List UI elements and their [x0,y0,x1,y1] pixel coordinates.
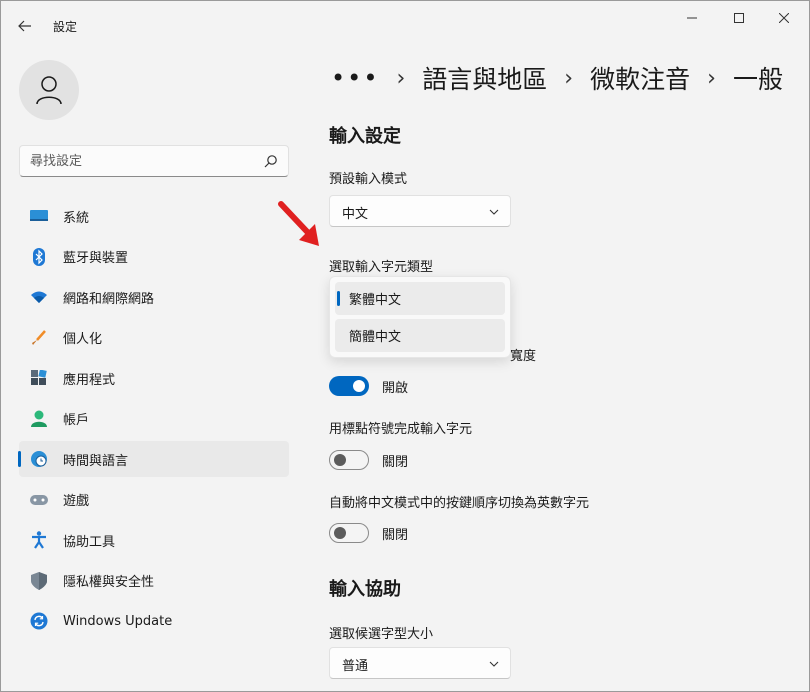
minimize-icon [687,17,697,19]
sidebar-item-apps[interactable]: 應用程式 [19,360,289,396]
settings-window: 設定 系統 [0,0,810,692]
char-type-label: 選取輸入字元類型 [329,260,434,275]
maximize-icon [734,13,744,23]
toggle-knob [334,454,346,466]
shield-icon [29,571,49,591]
sidebar-item-label: 隱私權與安全性 [63,575,155,590]
maximize-button[interactable] [716,1,762,35]
close-button[interactable] [761,1,807,35]
punctuation-toggle[interactable] [329,450,369,470]
gamepad-icon [29,490,49,510]
auto-switch-label: 自動將中文模式中的按鍵順序切換為英數字元 [329,496,590,511]
toggle-row-3: 關閉 [329,523,408,543]
globe-clock-icon [29,449,49,469]
sidebar-item-label: 網路和網際網路 [63,291,155,307]
brush-icon [29,328,49,348]
apps-icon [29,368,49,388]
back-arrow-icon [18,20,31,32]
breadcrumb-item-general: 一般 [732,65,783,94]
section-title-input-settings: 輸入設定 [329,126,401,147]
punctuation-label: 用標點符號完成輸入字元 [329,422,473,437]
sidebar-item-privacy[interactable]: 隱私權與安全性 [19,563,289,599]
chevron-down-icon [489,209,499,215]
sidebar-item-label: 系統 [63,210,90,226]
sidebar-item-bluetooth[interactable]: 藍牙與裝置 [19,239,289,275]
bluetooth-icon [29,247,49,267]
chevron-right-icon: › [396,65,406,91]
sidebar-item-personalization[interactable]: 個人化 [19,320,289,356]
title-bar: 設定 [1,1,809,49]
sidebar-item-label: Windows Update [63,613,173,629]
sidebar-item-label: 遊戲 [63,494,90,509]
option-simplified-chinese[interactable]: 簡體中文 [335,319,505,352]
back-button[interactable] [11,13,39,39]
red-arrow-annotation [278,201,319,246]
sidebar-nav: 系統 藍牙與裝置 網路和網際網路 個人化 應用程式 帳戶 時間與語言 遊戲 協助… [18,198,289,644]
toggle-switch-on[interactable] [329,376,369,396]
sidebar-item-time-language[interactable]: 時間與語言 [18,441,289,477]
sidebar-item-accounts[interactable]: 帳戶 [19,401,289,437]
chevron-down-icon [489,661,499,667]
sidebar-item-network[interactable]: 網路和網際網路 [19,279,289,315]
dropdown-value: 普通 [342,659,369,674]
toggle-state-text: 開啟 [382,380,409,396]
default-mode-label: 預設輸入模式 [329,172,408,187]
breadcrumb-item-microsoft-bopomofo[interactable]: 微軟注音 [590,60,690,96]
candidate-size-dropdown[interactable]: 普通 [329,647,511,679]
user-avatar[interactable] [19,60,79,120]
hidden-setting-label-fragment: 寬度 [510,349,537,364]
candidate-size-label: 選取候選字型大小 [329,627,434,642]
app-title: 設定 [53,20,78,34]
toggle-row-2: 關閉 [329,450,408,470]
search-box [19,145,289,177]
sidebar-item-windows-update[interactable]: Windows Update [19,603,289,639]
person-icon [36,76,62,105]
breadcrumb-overflow-button[interactable]: ••• [331,64,379,92]
toggle-state-text: 關閉 [382,527,409,543]
char-type-flyout: 繁體中文 簡體中文 [329,276,511,358]
sidebar-item-label: 時間與語言 [63,453,129,469]
monitor-icon [29,206,49,226]
accessibility-icon [29,530,49,550]
wifi-icon [29,287,49,307]
toggle-knob [334,527,346,539]
auto-switch-toggle[interactable] [329,523,369,543]
sidebar-item-gaming[interactable]: 遊戲 [19,482,289,518]
update-icon [29,611,49,631]
sidebar-item-label: 個人化 [63,332,103,347]
dropdown-value: 中文 [342,207,369,222]
toggle-state-text: 關閉 [382,454,409,470]
person-icon [29,409,49,429]
sidebar-item-label: 應用程式 [63,372,116,388]
search-icon[interactable] [264,154,278,168]
default-mode-dropdown[interactable]: 中文 [329,195,511,227]
section-title-input-assist: 輸入協助 [329,579,401,600]
breadcrumb-item-language-region[interactable]: 語言與地區 [422,60,547,96]
option-traditional-chinese[interactable]: 繁體中文 [335,282,505,315]
toggle-row-1: 開啟 [329,376,408,396]
breadcrumb: ••• › 語言與地區 › 微軟注音 › 一般 [331,61,783,95]
sidebar-item-label: 協助工具 [63,534,116,550]
sidebar-item-label: 藍牙與裝置 [63,251,129,266]
chevron-right-icon: › [707,65,716,91]
search-input[interactable] [30,152,250,170]
close-icon [779,13,789,23]
sidebar-item-label: 帳戶 [63,413,90,428]
toggle-knob [353,380,365,392]
sidebar-item-accessibility[interactable]: 協助工具 [19,522,289,558]
sidebar-item-system[interactable]: 系統 [19,198,289,234]
minimize-button[interactable] [669,1,715,35]
chevron-right-icon: › [564,65,574,91]
